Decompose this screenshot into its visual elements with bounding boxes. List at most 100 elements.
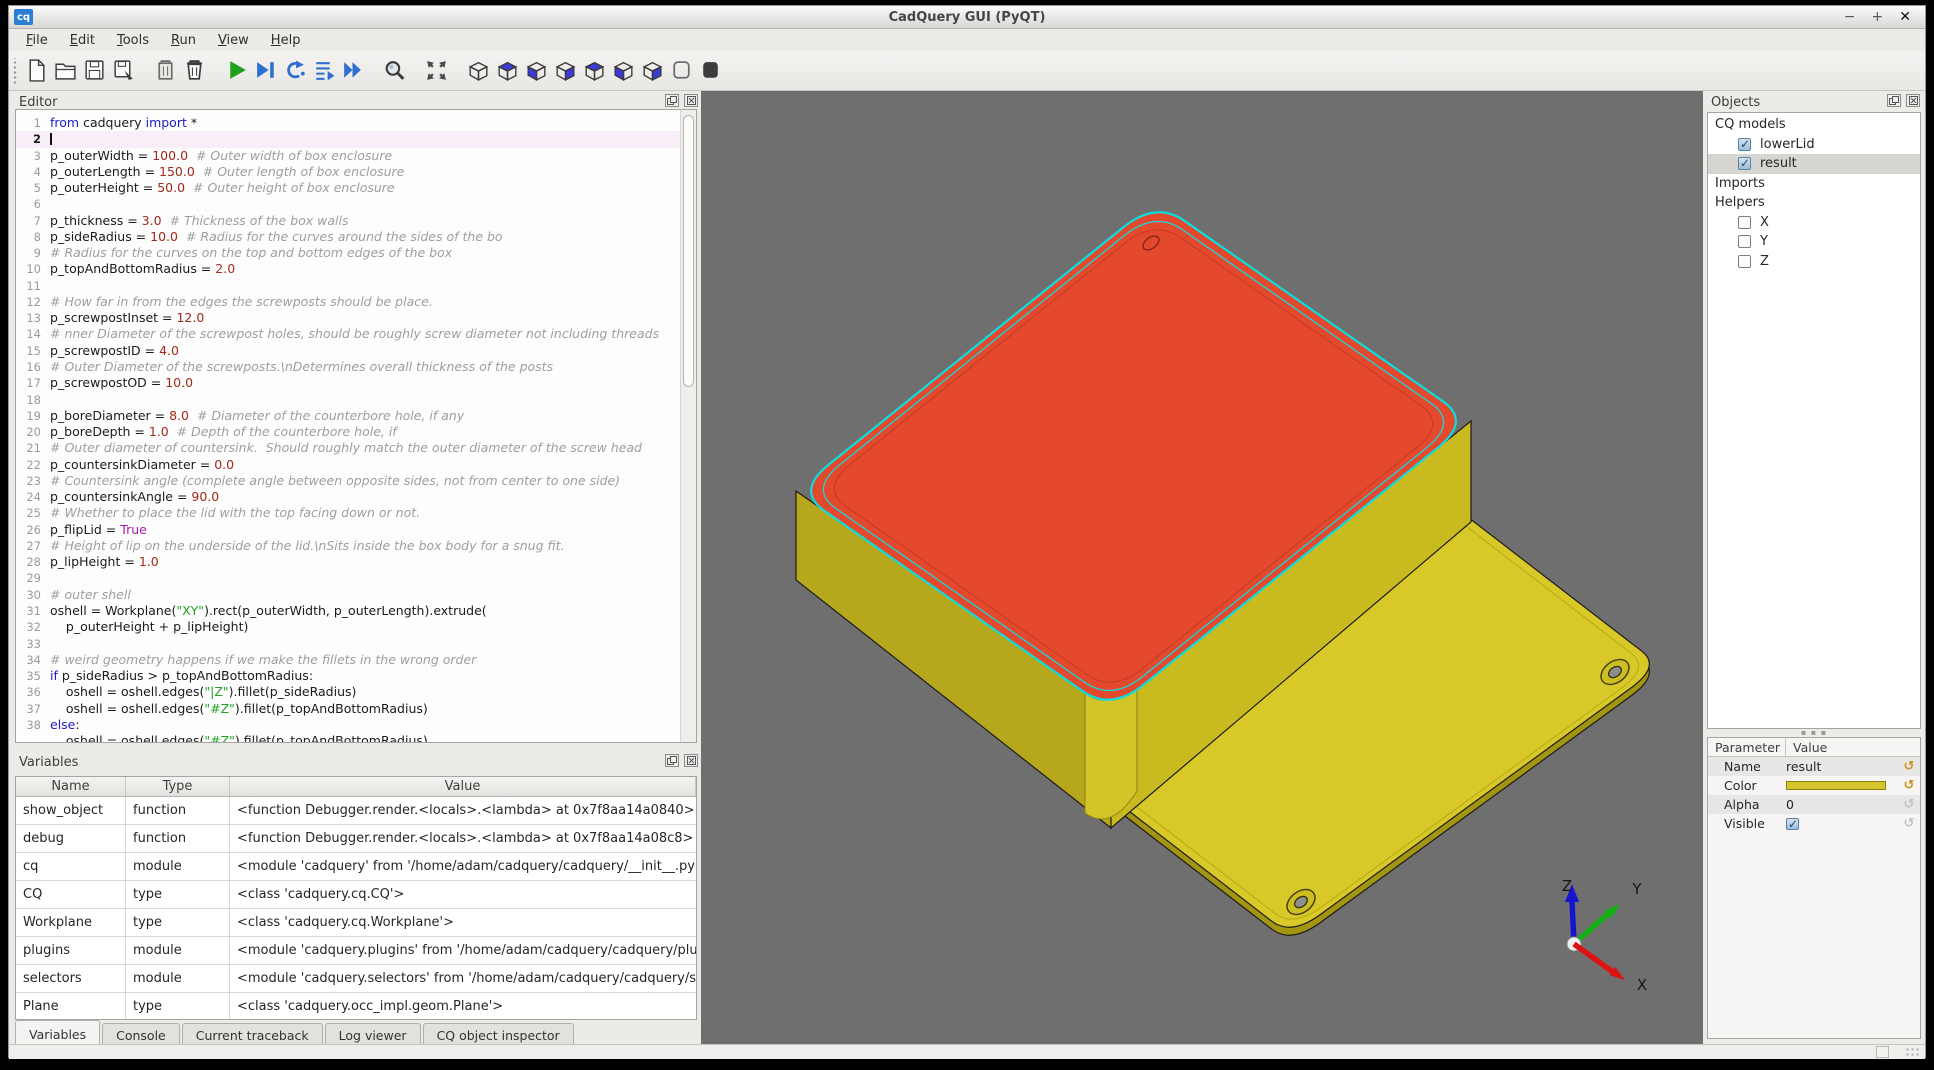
code-area[interactable]: 1from cadquery import *23p_outerWidth = …	[16, 110, 680, 742]
menu-item-edit[interactable]: Edit	[59, 32, 106, 49]
reset-parameter-icon[interactable]: ↺	[1898, 816, 1920, 831]
view-right-button[interactable]	[638, 56, 667, 85]
menu-item-view[interactable]: View	[207, 32, 260, 49]
code-line: 8p_sideRadius = 10.0 # Radius for the cu…	[16, 229, 680, 245]
save-as-button[interactable]	[109, 56, 138, 85]
column-header[interactable]: Value	[230, 777, 696, 796]
variable-row[interactable]: CQtype<class 'cadquery.cq.CQ'>	[16, 881, 696, 909]
resize-grip-icon[interactable]	[1905, 1047, 1919, 1058]
close-panel-icon[interactable]	[684, 754, 698, 767]
step-into-button[interactable]	[309, 56, 338, 85]
titlebar[interactable]: cq CadQuery GUI (PyQT) − + ✕	[9, 6, 1925, 29]
view-iso-button[interactable]	[464, 56, 493, 85]
view-shaded-button[interactable]	[696, 56, 725, 85]
maximize-button[interactable]: +	[1872, 9, 1884, 25]
tree-item-result[interactable]: result	[1708, 154, 1920, 174]
parameter-header: Parameter Value	[1708, 738, 1920, 757]
visibility-checkbox[interactable]	[1738, 216, 1751, 229]
column-header[interactable]: Name	[16, 777, 126, 796]
parameter-value[interactable]: result	[1786, 759, 1898, 774]
minimize-button[interactable]: −	[1844, 9, 1856, 25]
variable-row[interactable]: pluginsmodule<module 'cadquery.plugins' …	[16, 937, 696, 965]
toolbar-handle[interactable]	[12, 58, 18, 84]
panel-splitter[interactable]: ▪ ▪ ▪	[1707, 729, 1921, 737]
view-top-button[interactable]	[493, 56, 522, 85]
view-bottom-button[interactable]	[522, 56, 551, 85]
menu-item-help[interactable]: Help	[260, 32, 312, 49]
variable-row[interactable]: cqmodule<module 'cadquery' from '/home/a…	[16, 853, 696, 881]
float-panel-icon[interactable]	[665, 754, 679, 767]
view-wireframe-button[interactable]	[667, 56, 696, 85]
column-header[interactable]: Type	[126, 777, 230, 796]
tab-console[interactable]: Console	[102, 1023, 180, 1046]
render-button[interactable]	[222, 56, 251, 85]
save-file-button[interactable]	[80, 56, 109, 85]
code-text: p_flipLid = True	[50, 522, 147, 538]
tree-item-y[interactable]: Y	[1708, 232, 1920, 252]
tab-current-traceback[interactable]: Current traceback	[182, 1023, 323, 1046]
continue-button[interactable]	[338, 56, 367, 85]
statusbar-button[interactable]	[1876, 1046, 1889, 1058]
parameter-rows: Nameresult↺Color↺Alpha0↺Visible↺	[1708, 757, 1920, 833]
tree-item-lowerlid[interactable]: lowerLid	[1708, 135, 1920, 155]
clear-trace-button[interactable]	[151, 56, 180, 85]
parameter-value[interactable]: 0	[1786, 797, 1898, 812]
tree-item-z[interactable]: Z	[1708, 252, 1920, 272]
close-panel-icon[interactable]	[1906, 94, 1920, 107]
code-line: 7p_thickness = 3.0 # Thickness of the bo…	[16, 213, 680, 229]
tree-item-x[interactable]: X	[1708, 213, 1920, 233]
tab-log-viewer[interactable]: Log viewer	[325, 1023, 421, 1046]
view-left-button[interactable]	[609, 56, 638, 85]
variable-row[interactable]: debugfunction<function Debugger.render.<…	[16, 825, 696, 853]
parameter-value[interactable]	[1786, 781, 1898, 790]
tree-item-cq-models[interactable]: CQ models	[1708, 115, 1920, 135]
viewport-3d[interactable]: Z Y X	[701, 91, 1703, 1044]
reset-parameter-icon[interactable]: ↺	[1898, 759, 1920, 774]
visibility-checkbox[interactable]	[1738, 255, 1751, 268]
parameter-row-name[interactable]: Nameresult↺	[1708, 757, 1920, 776]
tab-cq-object-inspector[interactable]: CQ object inspector	[423, 1023, 574, 1046]
menu-item-tools[interactable]: Tools	[106, 32, 160, 49]
editor-scrollbar-thumb[interactable]	[683, 115, 694, 387]
reset-parameter-icon[interactable]: ↺	[1898, 778, 1920, 793]
line-number: 29	[16, 570, 50, 586]
close-button[interactable]: ✕	[1899, 9, 1911, 25]
parameter-row-color[interactable]: Color↺	[1708, 776, 1920, 795]
visibility-checkbox[interactable]	[1738, 138, 1751, 151]
reset-parameter-icon[interactable]: ↺	[1898, 797, 1920, 812]
parameter-value[interactable]	[1786, 818, 1898, 830]
visible-checkbox[interactable]	[1786, 818, 1799, 830]
view-back-button[interactable]	[580, 56, 609, 85]
visibility-checkbox[interactable]	[1738, 157, 1751, 170]
menu-item-file[interactable]: File	[15, 32, 59, 49]
close-panel-icon[interactable]	[684, 94, 698, 107]
open-file-button[interactable]	[51, 56, 80, 85]
line-number: 20	[16, 424, 50, 440]
statusbar	[9, 1044, 1925, 1059]
parameter-row-visible[interactable]: Visible↺	[1708, 814, 1920, 833]
tab-variables[interactable]: Variables	[15, 1020, 100, 1046]
variable-cell: type	[126, 993, 230, 1020]
view-front-button[interactable]	[551, 56, 580, 85]
code-text: # outer shell	[50, 587, 131, 603]
variable-row[interactable]: Planetype<class 'cadquery.occ_impl.geom.…	[16, 993, 696, 1020]
debug-button[interactable]	[251, 56, 280, 85]
variable-row[interactable]: selectorsmodule<module 'cadquery.selecto…	[16, 965, 696, 993]
variable-cell: <function Debugger.render.<locals>.<lamb…	[230, 797, 696, 824]
tree-item-imports[interactable]: Imports	[1708, 174, 1920, 194]
parameter-row-alpha[interactable]: Alpha0↺	[1708, 795, 1920, 814]
float-panel-icon[interactable]	[1887, 94, 1901, 107]
new-file-button[interactable]	[22, 56, 51, 85]
float-panel-icon[interactable]	[665, 94, 679, 107]
visibility-checkbox[interactable]	[1738, 235, 1751, 248]
editor-scrollbar[interactable]	[680, 110, 696, 742]
inspect-button[interactable]	[380, 56, 409, 85]
step-over-button[interactable]	[280, 56, 309, 85]
variable-row[interactable]: Workplanetype<class 'cadquery.cq.Workpla…	[16, 909, 696, 937]
delete-trace-button[interactable]	[180, 56, 209, 85]
menu-item-run[interactable]: Run	[160, 32, 207, 49]
color-swatch[interactable]	[1786, 781, 1886, 790]
variable-row[interactable]: show_objectfunction<function Debugger.re…	[16, 797, 696, 825]
fit-view-button[interactable]	[422, 56, 451, 85]
tree-item-helpers[interactable]: Helpers	[1708, 193, 1920, 213]
